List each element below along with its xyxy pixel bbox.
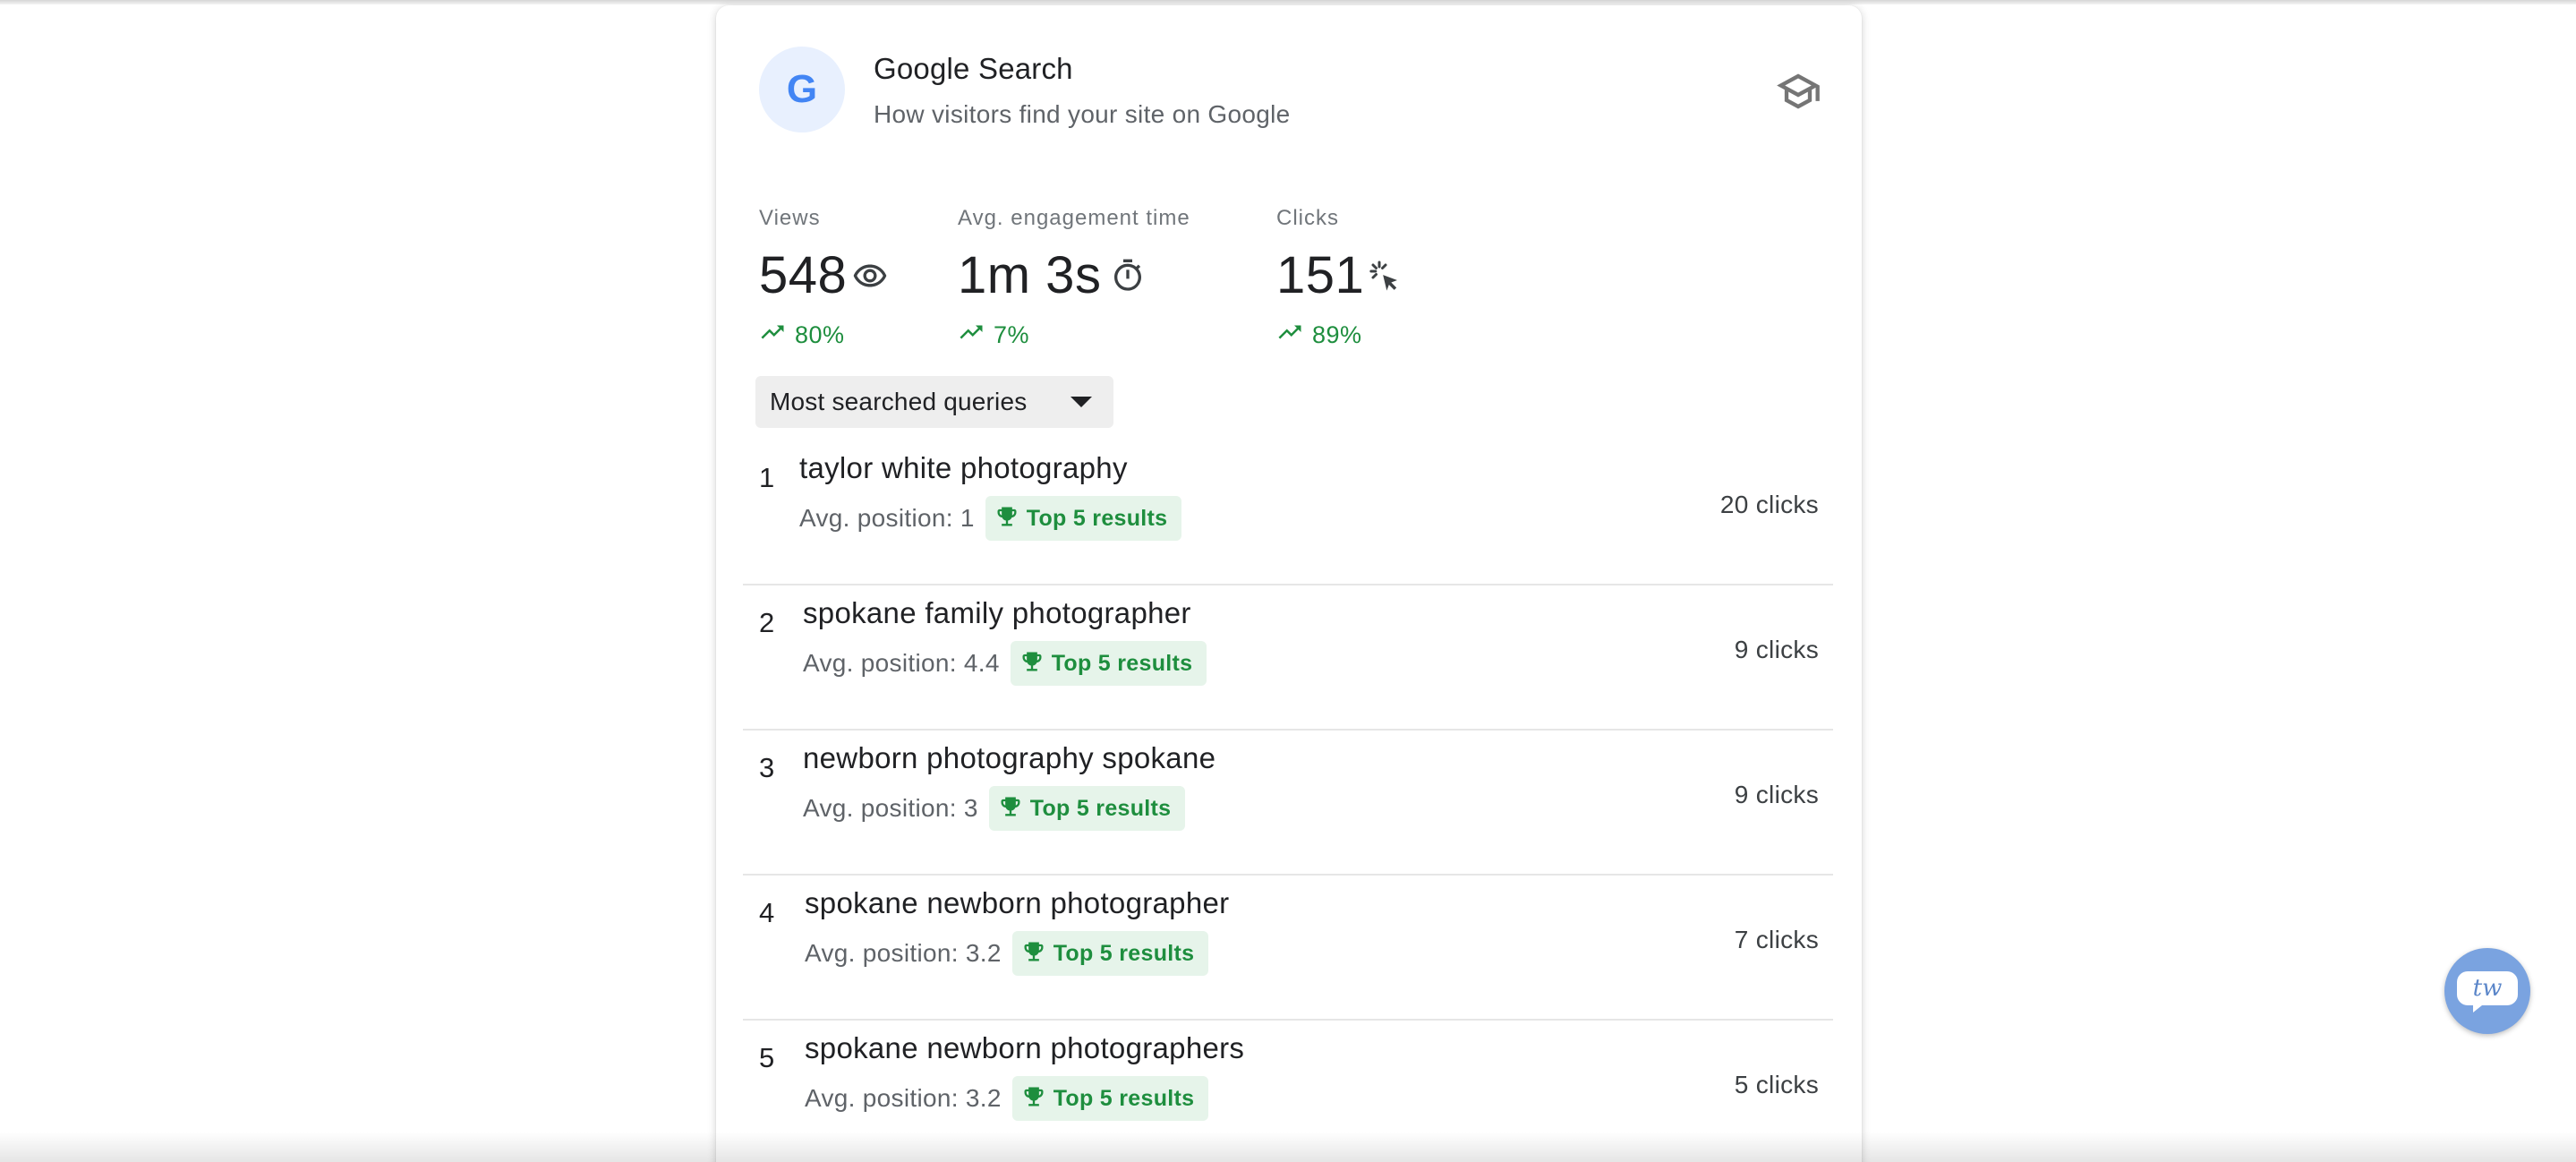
google-logo: G: [759, 47, 845, 132]
query-text: newborn photography spokane: [803, 741, 1216, 774]
trophy-icon: [1019, 649, 1045, 679]
top-results-badge: Top 5 results: [988, 786, 1186, 831]
query-rank: 2: [759, 607, 775, 638]
metric-clicks: Clicks 151 89%: [1276, 206, 1398, 348]
query-avg-position: Avg. position: 3: [803, 794, 978, 822]
trophy-icon: [1021, 939, 1046, 969]
metric-trend-value: 80%: [795, 321, 845, 348]
caret-down-icon: [1070, 397, 1092, 407]
metric-trend-value: 7%: [994, 321, 1030, 348]
query-text: spokane newborn photographer: [805, 886, 1230, 919]
badge-label: Top 5 results: [1026, 505, 1168, 531]
query-avg-position: Avg. position: 1: [799, 504, 975, 532]
query-clicks: 9 clicks: [1734, 636, 1819, 663]
trophy-icon: [998, 794, 1023, 824]
help-bubble-text: tw: [2472, 975, 2503, 1002]
metric-trend-value: 89%: [1312, 321, 1362, 348]
trending-up-icon: [958, 319, 985, 352]
top-results-badge: Top 5 results: [985, 496, 1182, 541]
metric-label: Clicks: [1276, 206, 1339, 230]
query-clicks: 5 clicks: [1734, 1071, 1819, 1098]
query-avg-position: Avg. position: 3.2: [805, 939, 1002, 967]
timer-icon: [1110, 258, 1146, 294]
bottom-edge: [0, 1132, 2576, 1162]
query-avg-position: Avg. position: 4.4: [803, 649, 1000, 677]
query-row[interactable]: 3 newborn photography spokane Avg. posit…: [743, 729, 1833, 876]
top-results-badge: Top 5 results: [1010, 641, 1207, 686]
card-title: Google Search: [874, 52, 1073, 85]
top-edge: [0, 0, 2576, 4]
query-rank: 4: [759, 897, 775, 928]
query-row[interactable]: 2 spokane family photographer Avg. posit…: [743, 584, 1833, 731]
query-rank: 5: [759, 1042, 775, 1073]
cursor-click-icon: [1366, 258, 1402, 294]
query-clicks: 9 clicks: [1734, 781, 1819, 808]
query-clicks: 20 clicks: [1719, 491, 1819, 518]
metric-value: 1m 3s: [958, 246, 1102, 304]
badge-label: Top 5 results: [1029, 795, 1172, 821]
query-text: spokane newborn photographers: [805, 1031, 1245, 1064]
badge-label: Top 5 results: [1053, 1085, 1195, 1111]
top-results-badge: Top 5 results: [1011, 931, 1209, 976]
metric-views: Views 548 80%: [759, 206, 887, 348]
queries-dropdown[interactable]: Most searched queries: [755, 376, 1113, 428]
badge-label: Top 5 results: [1053, 940, 1195, 966]
trending-up-icon: [759, 319, 786, 352]
chat-help-button[interactable]: tw: [2444, 948, 2530, 1034]
badge-label: Top 5 results: [1051, 650, 1193, 676]
card-subtitle: How visitors find your site on Google: [874, 100, 1291, 128]
google-g-icon: G: [786, 67, 818, 111]
graduation-cap-icon[interactable]: [1775, 68, 1821, 115]
query-text: spokane family photographer: [803, 596, 1191, 629]
metric-label: Avg. engagement time: [958, 206, 1190, 230]
top-results-badge: Top 5 results: [1011, 1076, 1209, 1121]
metric-label: Views: [759, 206, 821, 230]
trending-up-icon: [1276, 319, 1303, 352]
metric-value: 548: [759, 246, 848, 304]
trophy-icon: [994, 504, 1019, 534]
query-rank: 3: [759, 752, 775, 783]
query-row[interactable]: 4 spokane newborn photographer Avg. posi…: [743, 874, 1833, 1021]
trophy-icon: [1021, 1084, 1046, 1114]
query-rank: 1: [759, 462, 775, 493]
page: G Google Search How visitors find your s…: [0, 0, 2576, 1162]
metric-value: 151: [1276, 246, 1365, 304]
metric-engagement-time: Avg. engagement time 1m 3s 7%: [958, 206, 1190, 348]
query-row[interactable]: 1 taylor white photography Avg. position…: [743, 439, 1833, 585]
query-text: taylor white photography: [799, 451, 1128, 484]
query-clicks: 7 clicks: [1734, 926, 1819, 953]
google-search-card: G Google Search How visitors find your s…: [716, 5, 1862, 1162]
eye-icon: [852, 258, 888, 294]
query-avg-position: Avg. position: 3.2: [805, 1084, 1002, 1112]
chat-help-icon: tw: [2455, 966, 2520, 1016]
dropdown-selected-value: Most searched queries: [770, 388, 1028, 415]
